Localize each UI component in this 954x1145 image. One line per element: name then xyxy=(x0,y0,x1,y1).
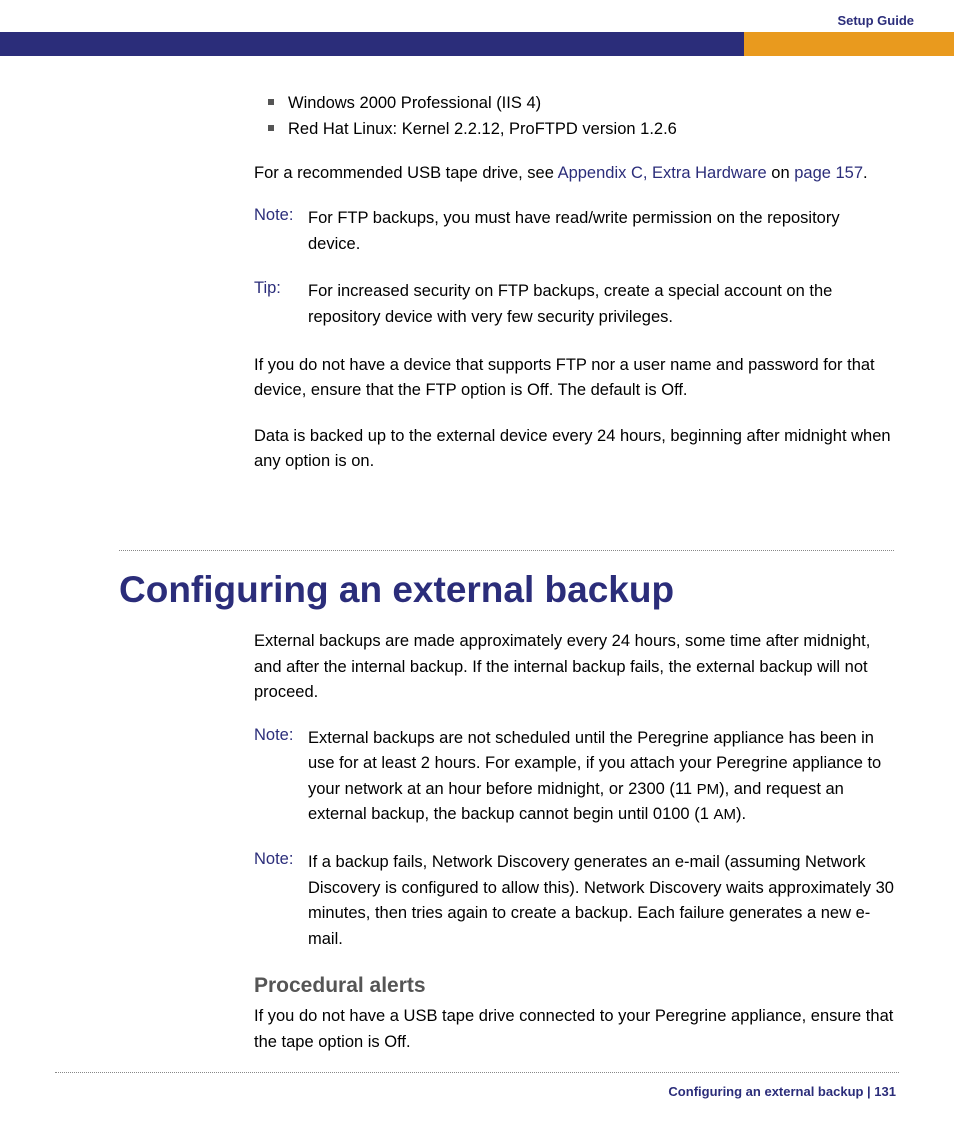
list-item: Red Hat Linux: Kernel 2.2.12, ProFTPD ve… xyxy=(254,116,894,142)
note-body: External backups are not scheduled until… xyxy=(308,726,894,828)
divider xyxy=(119,550,894,551)
text: . xyxy=(863,164,868,182)
list-item: Windows 2000 Professional (IIS 4) xyxy=(254,90,894,116)
tip-body: For increased security on FTP backups, c… xyxy=(308,279,894,330)
small-caps-am: AM xyxy=(713,806,736,823)
header-bar-right: Setup Guide xyxy=(744,32,954,56)
link-page-157[interactable]: page 157 xyxy=(794,164,863,182)
note-schedule-delay: Note: External backups are not scheduled… xyxy=(254,726,894,828)
page: Setup Guide Windows 2000 Professional (I… xyxy=(0,0,954,1145)
section-configuring-backup: Configuring an external backup External … xyxy=(119,520,894,1075)
subheading-procedural-alerts: Procedural alerts xyxy=(254,974,894,998)
note-label: Note: xyxy=(254,726,308,828)
header-guide-title: Setup Guide xyxy=(837,13,914,28)
paragraph-backup-schedule: Data is backed up to the external device… xyxy=(254,424,894,475)
link-appendix-c[interactable]: Appendix C, Extra Hardware xyxy=(558,164,767,182)
note-label: Note: xyxy=(254,850,308,952)
text: ). xyxy=(736,805,746,823)
header-bar-left xyxy=(0,32,744,56)
content-upper: Windows 2000 Professional (IIS 4) Red Ha… xyxy=(254,90,894,495)
bullet-list: Windows 2000 Professional (IIS 4) Red Ha… xyxy=(254,90,894,143)
header-bar: Setup Guide xyxy=(0,32,954,56)
text: on xyxy=(767,164,795,182)
footer-divider xyxy=(55,1072,899,1073)
footer-page-label: Configuring an external backup | 131 xyxy=(668,1084,896,1099)
tip-label: Tip: xyxy=(254,279,308,330)
note-label: Note: xyxy=(254,206,308,257)
small-caps-pm: PM xyxy=(697,781,720,798)
section-body: External backups are made approximately … xyxy=(254,629,894,1055)
paragraph-external-intro: External backups are made approximately … xyxy=(254,629,894,706)
text: For a recommended USB tape drive, see xyxy=(254,164,558,182)
note-body: For FTP backups, you must have read/writ… xyxy=(308,206,894,257)
paragraph-ftp-off: If you do not have a device that support… xyxy=(254,353,894,404)
paragraph-usb-tape: For a recommended USB tape drive, see Ap… xyxy=(254,161,894,187)
note-body: If a backup fails, Network Discovery gen… xyxy=(308,850,894,952)
note-backup-fail: Note: If a backup fails, Network Discove… xyxy=(254,850,894,952)
section-heading: Configuring an external backup xyxy=(119,569,894,611)
note-ftp-permission: Note: For FTP backups, you must have rea… xyxy=(254,206,894,257)
paragraph-tape-off: If you do not have a USB tape drive conn… xyxy=(254,1004,894,1055)
tip-ftp-security: Tip: For increased security on FTP backu… xyxy=(254,279,894,330)
